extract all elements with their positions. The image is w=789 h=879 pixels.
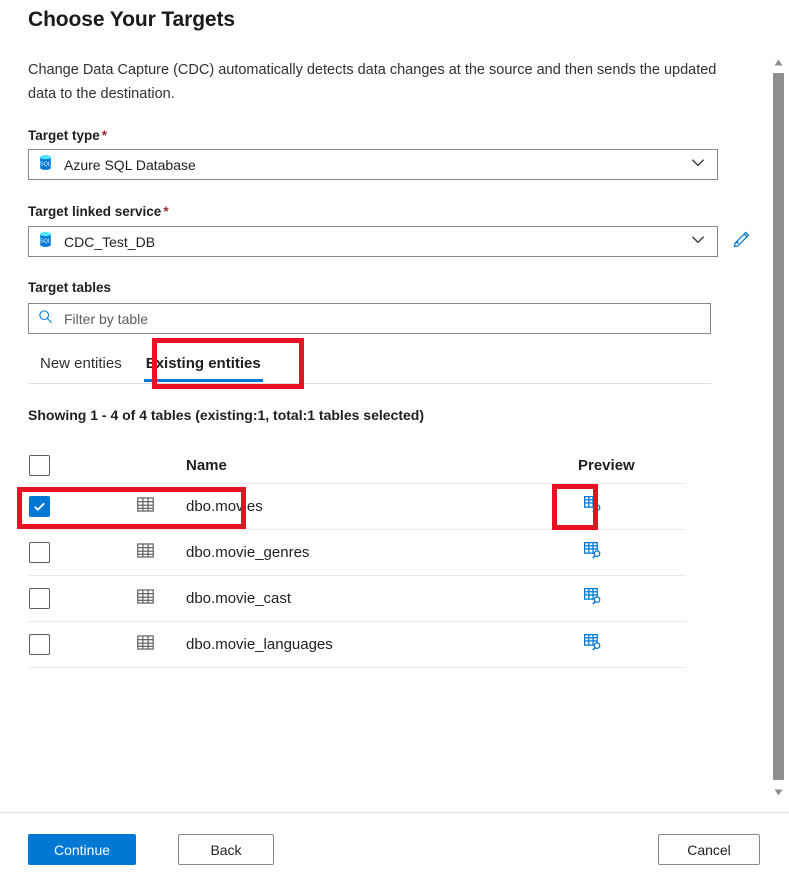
row-name-label: dbo.movie_languages xyxy=(186,636,333,653)
row-checkbox[interactable] xyxy=(29,634,50,655)
showing-status-text: Showing 1 - 4 of 4 tables (existing:1, t… xyxy=(28,407,424,423)
tab-existing-entities[interactable]: Existing entities xyxy=(134,345,273,382)
page-description: Change Data Capture (CDC) automatically … xyxy=(28,62,717,102)
target-linked-service-label: Target linked service * xyxy=(28,204,169,219)
choose-your-targets-panel: Choose Your Targets Change Data Capture … xyxy=(0,0,789,879)
vertical-scrollbar[interactable] xyxy=(770,55,787,800)
row-name-label: dbo.movie_cast xyxy=(186,590,292,607)
target-linked-service-value: CDC_Test_DB xyxy=(64,233,156,250)
tab-new-entities-label: New entities xyxy=(40,355,122,372)
required-asterisk: * xyxy=(163,204,169,219)
page-title: Choose Your Targets xyxy=(28,8,235,31)
svg-text:SQL: SQL xyxy=(40,161,51,167)
table-grid-icon xyxy=(136,541,186,564)
azure-sql-database-icon: SQL xyxy=(37,231,54,253)
table-grid-icon xyxy=(136,495,186,518)
preview-table-icon[interactable] xyxy=(582,632,603,658)
search-icon xyxy=(38,309,53,329)
row-preview-cell[interactable] xyxy=(566,586,686,612)
table-row[interactable]: dbo.movie_cast xyxy=(28,576,686,622)
cancel-button[interactable]: Cancel xyxy=(658,834,760,865)
table-row[interactable]: dbo.movie_genres xyxy=(28,530,686,576)
back-button[interactable]: Back xyxy=(178,834,274,865)
chevron-down-icon xyxy=(689,153,713,176)
scroll-down-arrow-icon[interactable] xyxy=(770,785,787,800)
scrollable-content: Choose Your Targets Change Data Capture … xyxy=(0,0,768,812)
row-name-cell: dbo.movies xyxy=(136,495,566,518)
entity-tabs: New entities Existing entities xyxy=(28,345,711,384)
azure-sql-database-icon: SQL xyxy=(37,154,54,176)
row-name-label: dbo.movie_genres xyxy=(186,544,310,561)
search-input[interactable] xyxy=(62,309,710,328)
table-header-row: Name Preview xyxy=(28,448,686,484)
row-preview-cell[interactable] xyxy=(566,540,686,566)
row-select-cell[interactable] xyxy=(28,588,136,609)
column-header-name: Name xyxy=(186,457,227,474)
target-type-value: Azure SQL Database xyxy=(64,156,196,173)
continue-button[interactable]: Continue xyxy=(28,834,136,865)
table-grid-icon xyxy=(136,633,186,656)
row-select-cell[interactable] xyxy=(28,634,136,655)
row-name-label: dbo.movies xyxy=(186,498,263,515)
tab-new-entities[interactable]: New entities xyxy=(28,345,134,382)
target-type-label-text: Target type xyxy=(28,128,100,143)
target-type-dropdown[interactable]: SQL Azure SQL Database xyxy=(28,149,718,180)
edit-linked-service-button[interactable] xyxy=(728,227,756,255)
required-asterisk: * xyxy=(101,128,108,143)
chevron-down-icon xyxy=(689,230,713,253)
pencil-icon xyxy=(732,229,752,254)
tab-existing-entities-label: Existing entities xyxy=(145,355,261,372)
select-all-checkbox[interactable] xyxy=(29,455,50,476)
row-preview-cell[interactable] xyxy=(566,494,686,520)
select-all-cell[interactable] xyxy=(28,455,136,476)
row-select-cell[interactable] xyxy=(28,542,136,563)
row-checkbox[interactable] xyxy=(29,542,50,563)
preview-table-icon[interactable] xyxy=(582,494,603,520)
preview-table-icon[interactable] xyxy=(582,540,603,566)
target-linked-service-label-text: Target linked service xyxy=(28,204,162,219)
row-name-cell: dbo.movie_languages xyxy=(136,633,566,656)
table-grid-icon xyxy=(136,587,186,610)
table-row[interactable]: dbo.movie_languages xyxy=(28,622,686,668)
svg-text:SQL: SQL xyxy=(40,238,51,244)
column-header-preview: Preview xyxy=(578,457,635,474)
scroll-up-arrow-icon[interactable] xyxy=(770,55,787,70)
target-linked-service-dropdown[interactable]: SQL CDC_Test_DB xyxy=(28,226,718,257)
row-select-cell[interactable] xyxy=(28,496,136,517)
row-name-cell: dbo.movie_cast xyxy=(136,587,566,610)
row-name-cell: dbo.movie_genres xyxy=(136,541,566,564)
preview-table-icon[interactable] xyxy=(582,586,603,612)
table-row[interactable]: dbo.movies xyxy=(28,484,686,530)
row-checkbox[interactable] xyxy=(29,588,50,609)
row-checkbox[interactable] xyxy=(29,496,50,517)
target-type-label: Target type * xyxy=(28,128,107,143)
target-tables-label: Target tables xyxy=(28,280,112,295)
table-filter-searchbox[interactable] xyxy=(28,303,711,334)
row-preview-cell[interactable] xyxy=(566,632,686,658)
targets-table: Name Preview dbo.movies dbo.movie_genres… xyxy=(28,448,686,668)
scrollbar-thumb[interactable] xyxy=(773,73,784,780)
